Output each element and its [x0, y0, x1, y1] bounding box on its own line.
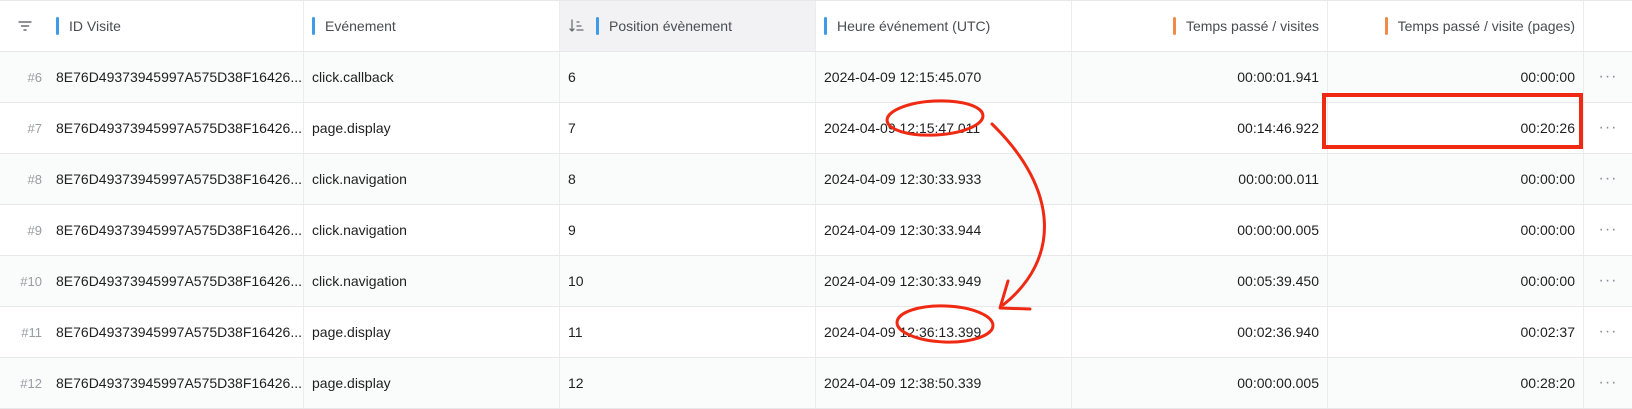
cell-temps-visites: 00:05:39.450	[1072, 256, 1328, 306]
table-row[interactable]: #10 8E76D49373945997A575D38F16426... cli…	[0, 256, 1632, 307]
cell-temps-visites: 00:00:00.005	[1072, 205, 1328, 255]
more-horizontal-icon[interactable]: ···	[1584, 205, 1632, 255]
cell-evenement: page.display	[304, 307, 560, 357]
cell-temps-visites: 00:02:36.940	[1072, 307, 1328, 357]
cell-heure: 2024-04-09 12:30:33.949	[816, 256, 1072, 306]
table-row[interactable]: #11 8E76D49373945997A575D38F16426... pag…	[0, 307, 1632, 358]
cell-heure: 2024-04-09 12:30:33.944	[816, 205, 1072, 255]
more-horizontal-icon[interactable]: ···	[1584, 358, 1632, 408]
cell-position: 7	[560, 103, 816, 153]
row-index: #6	[27, 69, 42, 85]
header-spacer	[1584, 1, 1632, 51]
metric-marker	[1384, 17, 1388, 35]
dimension-marker	[312, 17, 315, 35]
cell-heure: 2024-04-09 12:38:50.339	[816, 358, 1072, 408]
cell-evenement: click.navigation	[304, 154, 560, 204]
cell-temps-pages: 00:00:00	[1328, 52, 1584, 102]
cell-id-visite: 8E76D49373945997A575D38F16426...	[48, 205, 304, 255]
cell-temps-visites: 00:00:01.941	[1072, 52, 1328, 102]
cell-temps-pages: 00:02:37	[1328, 307, 1584, 357]
cell-id-visite: 8E76D49373945997A575D38F16426...	[48, 154, 304, 204]
cell-position: 11	[560, 307, 816, 357]
more-horizontal-icon[interactable]: ···	[1584, 52, 1632, 102]
row-index: #10	[20, 273, 42, 289]
header-id-visite[interactable]: ID Visite	[48, 1, 304, 51]
header-temps-pages[interactable]: Temps passé / visite (pages)	[1328, 1, 1584, 51]
row-index: #7	[27, 120, 42, 136]
row-index: #9	[27, 222, 42, 238]
cell-evenement: page.display	[304, 103, 560, 153]
cell-heure: 2024-04-09 12:36:13.399	[816, 307, 1072, 357]
header-label: Temps passé / visite (pages)	[1397, 18, 1575, 34]
header-temps-visites[interactable]: Temps passé / visites	[1072, 1, 1328, 51]
cell-temps-pages: 00:00:00	[1328, 256, 1584, 306]
table-row[interactable]: #12 8E76D49373945997A575D38F16426... pag…	[0, 358, 1632, 409]
header-index	[0, 1, 48, 51]
dimension-marker	[824, 17, 827, 35]
dimension-marker	[56, 17, 59, 35]
cell-heure: 2024-04-09 12:15:45.070	[816, 52, 1072, 102]
filter-icon[interactable]	[16, 17, 34, 35]
cell-temps-visites: 00:14:46.922	[1072, 103, 1328, 153]
dimension-marker	[596, 17, 599, 35]
cell-id-visite: 8E76D49373945997A575D38F16426...	[48, 103, 304, 153]
cell-evenement: click.navigation	[304, 205, 560, 255]
header-label: ID Visite	[69, 18, 121, 34]
data-table: ID Visite Evénement Position évènement H…	[0, 0, 1632, 409]
header-label: Evénement	[325, 18, 396, 34]
table-header: ID Visite Evénement Position évènement H…	[0, 0, 1632, 52]
cell-id-visite: 8E76D49373945997A575D38F16426...	[48, 256, 304, 306]
cell-position: 12	[560, 358, 816, 408]
table-row[interactable]: #8 8E76D49373945997A575D38F16426... clic…	[0, 154, 1632, 205]
cell-heure: 2024-04-09 12:30:33.933	[816, 154, 1072, 204]
table-row[interactable]: #9 8E76D49373945997A575D38F16426... clic…	[0, 205, 1632, 256]
sort-ascending-icon[interactable]	[568, 17, 586, 35]
cell-id-visite: 8E76D49373945997A575D38F16426...	[48, 358, 304, 408]
cell-temps-visites: 00:00:00.011	[1072, 154, 1328, 204]
header-evenement[interactable]: Evénement	[304, 1, 560, 51]
metric-marker	[1172, 17, 1176, 35]
cell-position: 10	[560, 256, 816, 306]
row-index: #11	[21, 324, 42, 340]
cell-position: 6	[560, 52, 816, 102]
row-index: #8	[27, 171, 42, 187]
more-horizontal-icon[interactable]: ···	[1584, 307, 1632, 357]
header-label: Position évènement	[609, 18, 732, 34]
cell-heure: 2024-04-09 12:15:47.011	[816, 103, 1072, 153]
cell-position: 9	[560, 205, 816, 255]
row-index: #12	[20, 375, 42, 391]
table-row[interactable]: #6 8E76D49373945997A575D38F16426... clic…	[0, 52, 1632, 103]
header-position[interactable]: Position évènement	[560, 1, 816, 51]
cell-id-visite: 8E76D49373945997A575D38F16426...	[48, 307, 304, 357]
cell-evenement: click.callback	[304, 52, 560, 102]
cell-temps-pages: 00:28:20	[1328, 358, 1584, 408]
cell-temps-pages: 00:20:26	[1328, 103, 1584, 153]
table-row[interactable]: #7 8E76D49373945997A575D38F16426... page…	[0, 103, 1632, 154]
cell-evenement: page.display	[304, 358, 560, 408]
cell-temps-visites: 00:00:00.005	[1072, 358, 1328, 408]
cell-temps-pages: 00:00:00	[1328, 205, 1584, 255]
cell-position: 8	[560, 154, 816, 204]
cell-temps-pages: 00:00:00	[1328, 154, 1584, 204]
more-horizontal-icon[interactable]: ···	[1584, 103, 1632, 153]
cell-id-visite: 8E76D49373945997A575D38F16426...	[48, 52, 304, 102]
cell-evenement: click.navigation	[304, 256, 560, 306]
more-horizontal-icon[interactable]: ···	[1584, 154, 1632, 204]
more-horizontal-icon[interactable]: ···	[1584, 256, 1632, 306]
header-label: Temps passé / visites	[1185, 18, 1319, 34]
header-heure[interactable]: Heure événement (UTC)	[816, 1, 1072, 51]
header-label: Heure événement (UTC)	[837, 18, 991, 34]
